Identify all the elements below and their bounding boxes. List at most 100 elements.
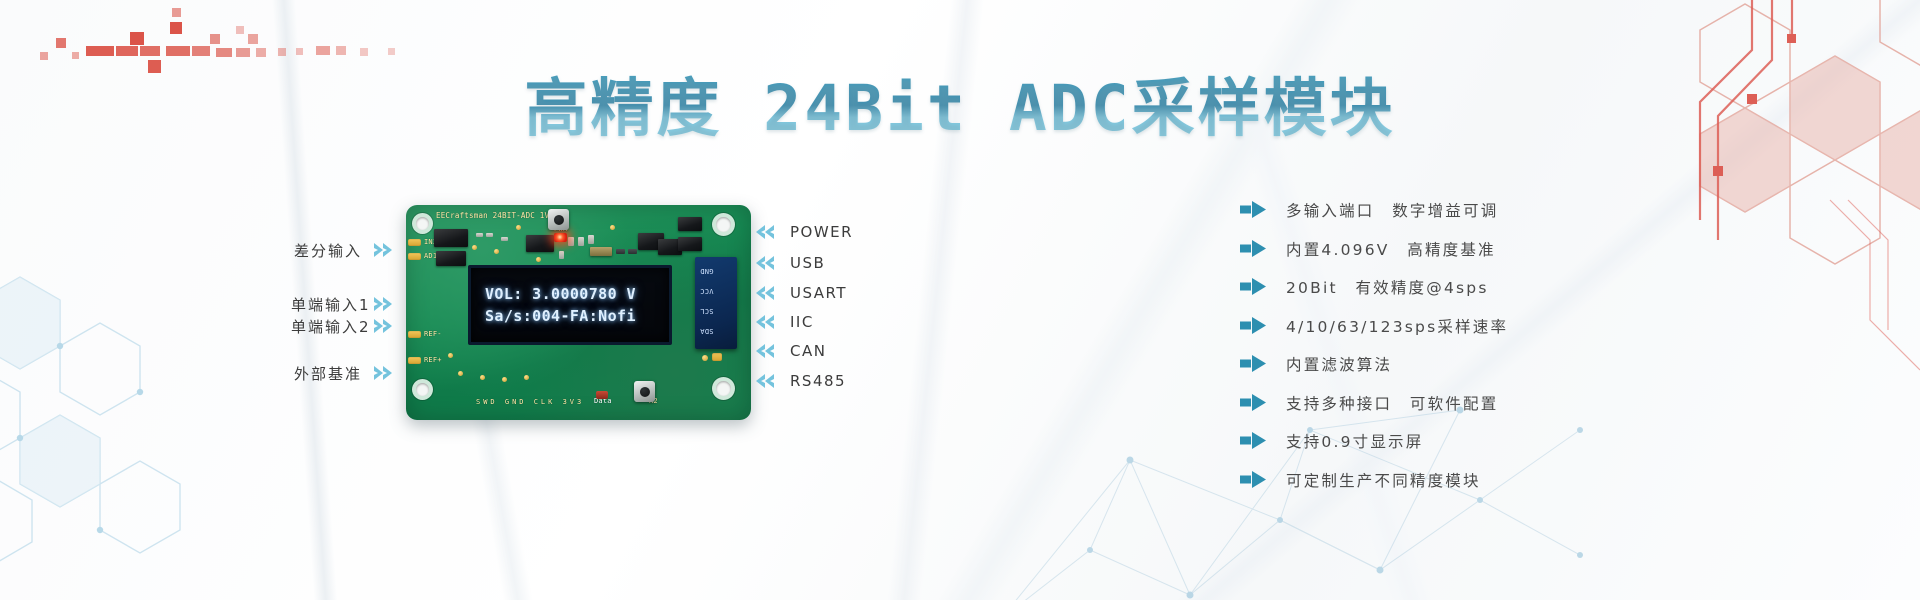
passive-r1 xyxy=(616,249,625,254)
bullet-arrow-icon xyxy=(1240,239,1266,257)
mounting-hole-bl xyxy=(416,383,429,396)
title-cn-tail: 采样模块 xyxy=(1131,72,1396,145)
via-16 xyxy=(702,355,708,361)
crystal-y1 xyxy=(590,247,612,256)
via-4 xyxy=(536,257,541,262)
bullet-arrow-icon xyxy=(1240,470,1266,488)
feature-list: 多输入端口 数字增益可调 内置4.096V 高精度基准 20Bit 有效精度@4… xyxy=(1240,196,1670,504)
feature-text: 4/10/63/123sps采样速率 xyxy=(1286,317,1509,336)
bullet-arrow-icon xyxy=(1240,355,1266,372)
arrow-left-icon-can xyxy=(756,344,774,358)
passive-r2 xyxy=(628,249,637,254)
feature-item: 支持多种接口 可软件配置 xyxy=(1240,389,1670,419)
pad-right-6 xyxy=(712,353,722,361)
via-5 xyxy=(448,353,453,358)
ic-u3 xyxy=(526,235,554,252)
module-pin-sda: SDA xyxy=(700,327,714,335)
pin-label-refminus: REF- xyxy=(424,330,442,338)
arrow-left-icon-usart xyxy=(756,286,774,300)
feature-item: 内置滤波算法 xyxy=(1240,350,1670,380)
oled-line-samplerate: Sa/s:004-FA:Nofi xyxy=(485,307,636,325)
bullet-arrow-icon xyxy=(1240,432,1266,449)
status-led xyxy=(596,391,608,399)
arrow-left-icon-rs485 xyxy=(756,374,774,388)
left-label-single-input-2: 单端输入2 xyxy=(291,318,371,336)
right-label-usb: USB xyxy=(790,254,826,272)
bullet-arrow-icon xyxy=(1240,393,1266,411)
oled-display: VOL: 3.0000780 V Sa/s:004-FA:Nofi xyxy=(468,265,672,345)
board-silkscreen-title: EECraftsman 24BIT-ADC 1V3 xyxy=(436,211,554,220)
adc-board-image: EECraftsman 24BIT-ADC 1V3 IN3- AD1 REF- … xyxy=(406,205,751,420)
feature-item: 支持0.9寸显示屏 xyxy=(1240,427,1670,457)
oled-line-voltage: VOL: 3.0000780 V xyxy=(485,285,636,303)
arrow-right-icon-differential xyxy=(374,243,392,257)
feature-text: 内置4.096V 高精度基准 xyxy=(1286,240,1496,259)
pad-left-4 xyxy=(408,357,421,364)
ic-u2 xyxy=(436,251,466,266)
button-k2[interactable] xyxy=(634,381,655,402)
via-2 xyxy=(494,249,499,254)
arrow-left-icon-usb xyxy=(756,256,774,270)
title-cn-lead: 高精度 xyxy=(524,72,723,145)
passive-c3 xyxy=(501,237,508,241)
feature-item: 多输入端口 数字增益可调 xyxy=(1240,196,1670,226)
bullet-arrow-icon xyxy=(1240,316,1266,334)
left-label-single-input-1: 单端输入1 xyxy=(291,296,371,314)
feature-item: 可定制生产不同精度模块 xyxy=(1240,466,1670,496)
pad-left-2 xyxy=(408,253,421,260)
pixel-mosaic-decoration xyxy=(20,4,580,82)
mounting-hole-br xyxy=(716,381,731,396)
pad-left-1 xyxy=(408,239,421,246)
via-3 xyxy=(516,225,521,230)
arrow-left-icon-iic xyxy=(756,315,774,329)
passive-c4 xyxy=(568,237,574,246)
ic-u6 xyxy=(678,217,702,231)
via-6 xyxy=(458,371,463,376)
via-9 xyxy=(524,375,529,380)
feature-text: 支持0.9寸显示屏 xyxy=(1286,433,1424,451)
left-label-external-reference: 外部基准 xyxy=(294,365,363,383)
feature-text: 多输入端口 数字增益可调 xyxy=(1286,202,1499,220)
via-8 xyxy=(502,377,507,382)
feature-text: 支持多种接口 可软件配置 xyxy=(1286,394,1499,413)
module-pin-vcc: VCC xyxy=(700,287,714,295)
right-label-iic: IIC xyxy=(790,313,814,331)
pin-label-bottom-row: SWD GND CLK 3V3 xyxy=(476,398,585,406)
right-label-power: POWER xyxy=(790,223,854,241)
via-10 xyxy=(610,225,615,230)
button-k1[interactable] xyxy=(548,209,569,230)
feature-text: 20Bit 有效精度@4sps xyxy=(1286,279,1489,297)
feature-item: 内置4.096V 高精度基准 xyxy=(1240,235,1670,265)
pcb-body: EECraftsman 24BIT-ADC 1V3 IN3- AD1 REF- … xyxy=(406,205,751,420)
arrow-right-icon-single-2 xyxy=(374,319,392,333)
module-pin-gnd: GND xyxy=(700,267,714,275)
mounting-hole-tr xyxy=(716,217,731,232)
title-latin: 24Bit ADC xyxy=(722,72,1132,145)
feature-text: 内置滤波算法 xyxy=(1286,356,1393,374)
passive-c7 xyxy=(559,251,564,259)
pad-left-3 xyxy=(408,331,421,338)
arrow-right-icon-external-ref xyxy=(374,366,392,380)
interface-module: GND VCC SCL SDA xyxy=(695,257,737,349)
feature-item: 4/10/63/123sps采样速率 xyxy=(1240,312,1670,342)
feature-item: 20Bit 有效精度@4sps xyxy=(1240,273,1670,303)
arrow-right-icon-single-1 xyxy=(374,297,392,311)
bullet-arrow-icon xyxy=(1240,201,1266,218)
passive-c1 xyxy=(476,233,483,237)
bullet-arrow-icon xyxy=(1240,278,1266,295)
via-1 xyxy=(472,245,477,250)
right-label-rs485: RS485 xyxy=(790,372,847,390)
ic-u7 xyxy=(678,237,702,251)
right-label-usart: USART xyxy=(790,284,848,302)
passive-c6 xyxy=(588,235,594,244)
mounting-hole-tl xyxy=(416,217,429,230)
left-label-differential-input: 差分输入 xyxy=(294,242,363,260)
power-led xyxy=(554,233,567,242)
passive-c2 xyxy=(486,233,493,237)
module-pin-scl: SCL xyxy=(700,307,714,315)
page-title: 高精度 24Bit ADC采样模块 xyxy=(0,74,1920,144)
right-label-can: CAN xyxy=(790,342,827,360)
product-banner: 高精度 24Bit ADC采样模块 EECraftsman 24BIT-ADC … xyxy=(0,0,1920,600)
pin-label-refplus: REF+ xyxy=(424,356,442,364)
passive-c5 xyxy=(578,237,584,246)
